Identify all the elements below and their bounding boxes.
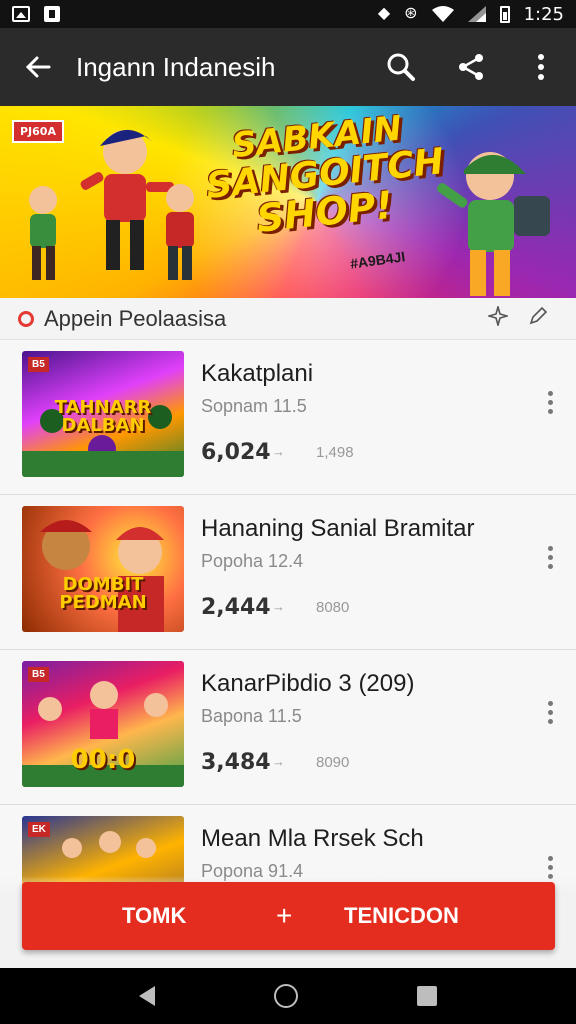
cta-container: TOMK + TENICDON: [0, 876, 576, 968]
section-title: Appein Peolaasisa: [44, 305, 227, 331]
edit-button[interactable]: [518, 306, 558, 332]
banner-subtag: #A9B4JI: [349, 248, 407, 272]
item-thumbnail: DOMBIT PEDMAN: [22, 506, 184, 632]
thumbnail-badge: B5: [28, 667, 49, 682]
thumbnail-art-text: TAHNARR DALBAN: [54, 397, 152, 436]
promo-banner[interactable]: PJ60A SABKAIN SANGOITCH SHOP! #A9B4JI: [0, 106, 576, 298]
item-thumbnail: B5 TAHNARR DALBAN: [22, 351, 184, 477]
list-item[interactable]: DOMBIT PEDMAN Hananing Sanial Bramitar P…: [0, 495, 576, 650]
item-thumbnail: B5 00:0: [22, 661, 184, 787]
item-price: 6,024: [201, 440, 271, 465]
nav-home-icon[interactable]: [273, 984, 298, 1008]
sync-icon: ⊛: [404, 5, 418, 22]
share-button[interactable]: [436, 28, 506, 106]
cta-right-label: TENICDON: [344, 903, 459, 928]
arrow-right-icon: →: [272, 754, 285, 769]
more-vert-icon: [538, 54, 544, 80]
thumbnail-art-text: DOMBIT PEDMAN: [59, 574, 147, 613]
gallery-icon: [12, 6, 30, 22]
item-old-price: 1,498: [316, 444, 354, 461]
search-button[interactable]: [366, 28, 436, 106]
thumbnail-badge: EK: [28, 822, 50, 837]
item-title: KanarPibdio 3 (209): [201, 670, 415, 697]
search-icon: [387, 53, 415, 81]
cta-left-label: TOMK: [122, 903, 187, 928]
clock: 1:25: [523, 3, 564, 25]
hero-character-mid: [166, 184, 194, 280]
section-header: Appein Peolaasisa: [0, 298, 576, 340]
status-bar: ◆ ⊛ 1:25: [0, 0, 576, 28]
item-price: 2,444: [201, 595, 271, 620]
arrow-right-icon: →: [272, 599, 285, 614]
pencil-icon: [529, 306, 548, 324]
primary-action-button[interactable]: TOMK + TENICDON: [22, 882, 555, 950]
item-old-price: 8080: [316, 599, 350, 616]
wifi-icon: [431, 6, 454, 22]
sparkle-icon: [486, 303, 510, 328]
page-title: Ingann Indanesih: [76, 51, 276, 82]
item-more-button[interactable]: [538, 384, 562, 420]
nav-back-icon[interactable]: [139, 986, 156, 1006]
item-price: 3,484: [201, 750, 271, 775]
item-old-price: 8090: [316, 754, 350, 771]
document-icon: [44, 6, 60, 22]
app-list: B5 TAHNARR DALBAN Kakatplani Sopnam 11.5…: [0, 340, 576, 960]
data-saver-icon: ◆: [377, 5, 391, 22]
item-title: Kakatplani: [201, 360, 314, 387]
back-button[interactable]: [0, 28, 76, 106]
list-item[interactable]: B5 TAHNARR DALBAN Kakatplani Sopnam 11.5…: [0, 340, 576, 495]
thumbnail-art-text: 00:0: [70, 745, 136, 775]
overflow-menu-button[interactable]: [506, 28, 576, 106]
record-icon: [18, 310, 34, 327]
system-nav-bar: [0, 968, 576, 1024]
list-item[interactable]: B5 00:0 KanarPibdio 3 (209) Bapona 11.5 …: [0, 650, 576, 805]
thumbnail-badge: B5: [28, 357, 49, 372]
item-subtitle: Bapona 11.5: [201, 706, 302, 726]
nav-recents-icon[interactable]: [416, 986, 437, 1006]
item-subtitle: Popoha 12.4: [201, 551, 304, 571]
item-more-button[interactable]: [538, 539, 562, 575]
item-subtitle: Sopnam 11.5: [201, 396, 307, 416]
sparkle-button[interactable]: [478, 303, 518, 332]
banner-title: SABKAIN SANGOITCH SHOP!: [201, 108, 446, 245]
arrow-right-icon: →: [272, 444, 285, 459]
battery-icon: [499, 5, 510, 23]
cell-signal-icon: [467, 6, 486, 22]
item-title: Mean Mla Rrsek Sch: [201, 825, 424, 852]
app-bar: Ingann Indanesih: [0, 28, 576, 106]
share-icon: [459, 54, 483, 80]
item-title: Hananing Sanial Bramitar: [201, 515, 475, 542]
plus-icon: +: [276, 900, 293, 931]
arrow-left-icon: [25, 56, 51, 78]
item-more-button[interactable]: [538, 694, 562, 730]
hero-character-small: [29, 186, 57, 280]
banner-badge: PJ60A: [12, 120, 64, 143]
hero-character-right: [437, 152, 550, 296]
